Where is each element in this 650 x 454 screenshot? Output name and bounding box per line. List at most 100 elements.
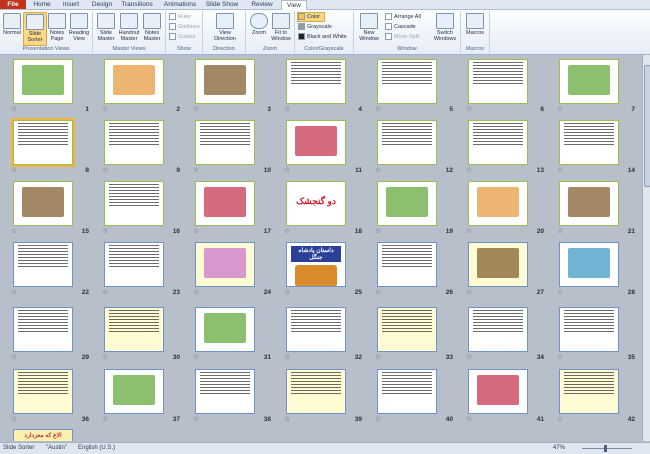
slide-thumbnail[interactable] bbox=[559, 307, 619, 352]
tab-design[interactable]: Design bbox=[88, 0, 116, 9]
zoom-button[interactable]: Zoom bbox=[248, 12, 270, 44]
slide-thumbnail[interactable] bbox=[286, 59, 346, 104]
color-button[interactable]: Color bbox=[297, 12, 326, 22]
new-window-button[interactable]: New Window bbox=[356, 12, 382, 44]
grayscale-button[interactable]: Grayscale bbox=[298, 23, 332, 31]
guides-checkbox[interactable]: Guides bbox=[169, 33, 195, 41]
zoom-level[interactable]: 47% bbox=[553, 444, 565, 453]
tab-transitions[interactable]: Transitions bbox=[119, 0, 155, 9]
slide-master-button[interactable]: Slide Master bbox=[95, 12, 117, 44]
slide-thumbnail[interactable] bbox=[468, 181, 528, 226]
fit-to-window-button[interactable]: Fit to Window bbox=[270, 12, 292, 44]
transition-star-icon[interactable]: ☆ bbox=[193, 415, 199, 423]
slide-thumbnail[interactable] bbox=[13, 369, 73, 414]
transition-star-icon[interactable]: ☆ bbox=[557, 288, 563, 296]
slide-thumbnail[interactable] bbox=[286, 120, 346, 165]
slide-thumbnail[interactable] bbox=[559, 369, 619, 414]
transition-star-icon[interactable]: ☆ bbox=[466, 288, 472, 296]
slide-thumbnail[interactable] bbox=[559, 59, 619, 104]
slide-sorter-pane[interactable]: 1 ☆ 2 ☆ 3 ☆ 4 ☆ 5 ☆ 6 ☆ 7 ☆ 8 ☆ 9 ☆ 10 ☆ 11 ☆ 12 ☆ 13 ☆ 14 ☆ 15 ☆ 16 ☆ 1… bbox=[0, 55, 642, 441]
slide-thumbnail[interactable] bbox=[468, 307, 528, 352]
transition-star-icon[interactable]: ☆ bbox=[102, 105, 108, 113]
transition-star-icon[interactable]: ☆ bbox=[557, 227, 563, 235]
slide-thumbnail[interactable] bbox=[104, 307, 164, 352]
transition-star-icon[interactable]: ☆ bbox=[193, 353, 199, 361]
slide-thumbnail[interactable] bbox=[286, 307, 346, 352]
slide-thumbnail[interactable] bbox=[104, 181, 164, 226]
slide-thumbnail[interactable]: دو گنجشک bbox=[286, 181, 346, 226]
slide-thumbnail[interactable] bbox=[559, 120, 619, 165]
transition-star-icon[interactable]: ☆ bbox=[102, 166, 108, 174]
transition-star-icon[interactable]: ☆ bbox=[557, 353, 563, 361]
transition-star-icon[interactable]: ☆ bbox=[375, 166, 381, 174]
ruler-checkbox[interactable]: Ruler bbox=[169, 13, 191, 21]
transition-star-icon[interactable]: ☆ bbox=[557, 166, 563, 174]
zoom-slider[interactable] bbox=[582, 448, 632, 449]
slide-thumbnail[interactable] bbox=[13, 307, 73, 352]
slide-thumbnail[interactable] bbox=[559, 242, 619, 287]
slide-thumbnail[interactable] bbox=[468, 59, 528, 104]
transition-star-icon[interactable]: ☆ bbox=[102, 227, 108, 235]
transition-star-icon[interactable]: ☆ bbox=[11, 227, 17, 235]
tab-insert[interactable]: Insert bbox=[58, 0, 84, 9]
slide-thumbnail[interactable] bbox=[195, 242, 255, 287]
black-white-button[interactable]: Black and White bbox=[298, 33, 347, 41]
status-language[interactable]: English (U.S.) bbox=[78, 444, 115, 453]
transition-star-icon[interactable]: ☆ bbox=[11, 288, 17, 296]
slide-thumbnail[interactable] bbox=[104, 242, 164, 287]
view-direction-button[interactable]: View Direction bbox=[211, 12, 239, 44]
slide-thumbnail[interactable] bbox=[13, 242, 73, 287]
transition-star-icon[interactable]: ☆ bbox=[11, 353, 17, 361]
switch-windows-button[interactable]: Switch Windows bbox=[432, 12, 458, 44]
transition-star-icon[interactable]: ☆ bbox=[557, 415, 563, 423]
transition-star-icon[interactable]: ☆ bbox=[102, 288, 108, 296]
handout-master-button[interactable]: Handout Master bbox=[118, 12, 140, 44]
transition-star-icon[interactable]: ☆ bbox=[193, 105, 199, 113]
notes-page-button[interactable]: Notes Page bbox=[46, 12, 68, 44]
transition-star-icon[interactable]: ☆ bbox=[284, 415, 290, 423]
notes-master-button[interactable]: Notes Master bbox=[141, 12, 163, 44]
slide-thumbnail[interactable] bbox=[195, 181, 255, 226]
transition-star-icon[interactable]: ☆ bbox=[466, 227, 472, 235]
transition-star-icon[interactable]: ☆ bbox=[375, 353, 381, 361]
transition-star-icon[interactable]: ☆ bbox=[193, 166, 199, 174]
slide-thumbnail[interactable] bbox=[377, 59, 437, 104]
transition-star-icon[interactable]: ☆ bbox=[193, 288, 199, 296]
transition-star-icon[interactable]: ☆ bbox=[466, 415, 472, 423]
slide-thumbnail[interactable] bbox=[195, 307, 255, 352]
slide-thumbnail[interactable] bbox=[377, 242, 437, 287]
cascade-button[interactable]: Cascade bbox=[385, 23, 416, 31]
slide-thumbnail[interactable] bbox=[377, 181, 437, 226]
slide-thumbnail[interactable] bbox=[104, 59, 164, 104]
slide-thumbnail[interactable]: الاغ که معزدارد bbox=[13, 429, 73, 441]
tab-review[interactable]: Review bbox=[248, 0, 276, 9]
slide-thumbnail[interactable] bbox=[195, 59, 255, 104]
gridlines-checkbox[interactable]: Gridlines bbox=[169, 23, 200, 31]
slide-thumbnail[interactable] bbox=[104, 369, 164, 414]
transition-star-icon[interactable]: ☆ bbox=[284, 166, 290, 174]
tab-slide-show[interactable]: Slide Show bbox=[203, 0, 241, 9]
slide-thumbnail[interactable] bbox=[468, 120, 528, 165]
slide-thumbnail[interactable] bbox=[195, 120, 255, 165]
slide-thumbnail[interactable] bbox=[13, 181, 73, 226]
slide-thumbnail[interactable] bbox=[468, 369, 528, 414]
normal-button[interactable]: Normal bbox=[1, 12, 23, 44]
transition-star-icon[interactable]: ☆ bbox=[11, 166, 17, 174]
transition-star-icon[interactable]: ☆ bbox=[102, 353, 108, 361]
slide-thumbnail[interactable] bbox=[559, 181, 619, 226]
transition-star-icon[interactable]: ☆ bbox=[11, 415, 17, 423]
transition-star-icon[interactable]: ☆ bbox=[557, 105, 563, 113]
tab-animations[interactable]: Animations bbox=[160, 0, 200, 9]
arrange-all-button[interactable]: Arrange All bbox=[385, 13, 421, 21]
slide-thumbnail[interactable] bbox=[377, 307, 437, 352]
transition-star-icon[interactable]: ☆ bbox=[375, 105, 381, 113]
vertical-scrollbar[interactable] bbox=[642, 55, 650, 441]
tab-view[interactable]: View bbox=[281, 0, 307, 10]
tab-home[interactable]: Home bbox=[29, 0, 55, 9]
slide-sorter-button[interactable]: Slide Sorter bbox=[23, 12, 47, 46]
transition-star-icon[interactable]: ☆ bbox=[466, 166, 472, 174]
tab-file[interactable]: File bbox=[0, 0, 26, 9]
slide-thumbnail[interactable] bbox=[377, 369, 437, 414]
transition-star-icon[interactable]: ☆ bbox=[375, 227, 381, 235]
transition-star-icon[interactable]: ☆ bbox=[193, 227, 199, 235]
